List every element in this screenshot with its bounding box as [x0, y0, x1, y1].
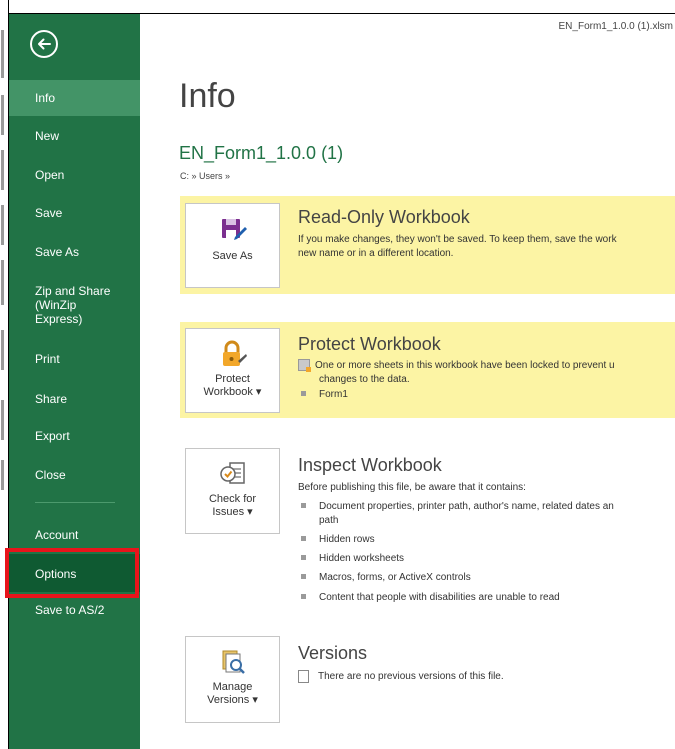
sidebar-item-label: Account: [35, 528, 79, 542]
list-item: Hidden worksheets: [301, 552, 404, 565]
protect-workbook-title: Protect Workbook: [298, 334, 441, 354]
versions-panel: Manage Versions ▾ Versions There are no …: [180, 630, 675, 730]
protect-label-2: Workbook ▾: [203, 386, 262, 398]
protect-workbook-button[interactable]: Protect Workbook ▾: [185, 328, 280, 413]
save-as-icon: [221, 219, 247, 240]
manage-versions-button[interactable]: Manage Versions ▾: [185, 636, 280, 723]
sidebar-item-close[interactable]: Close: [9, 456, 140, 492]
inspect-bullet-text: Macros, forms, or ActiveX controls: [319, 572, 471, 583]
check-label-1: Check for: [208, 493, 257, 505]
inspect-workbook-title: Inspect Workbook: [298, 455, 442, 475]
list-item: Hidden rows: [301, 533, 375, 546]
inspect-intro: Before publishing this file, be aware th…: [298, 482, 526, 493]
list-item: Document properties, printer path, autho…: [301, 500, 614, 513]
inspect-workbook-panel: Check for Issues ▾ Inspect Workbook Befo…: [180, 444, 675, 614]
sidebar-item-label: Save As: [35, 245, 80, 259]
inspect-bullet-text: Content that people with disabilities ar…: [319, 592, 560, 603]
sidebar-item-label: Print: [35, 352, 60, 366]
backstage-sidebar: Info New Open Save Save As Zip and Share…: [9, 14, 140, 749]
versions-title: Versions: [298, 643, 368, 663]
back-button[interactable]: [30, 30, 58, 58]
read-only-text-2: new name or in a different location.: [298, 248, 454, 259]
document-icon: [298, 670, 309, 683]
read-only-title: Read-Only Workbook: [298, 207, 470, 227]
check-label-2: Issues ▾: [212, 506, 253, 518]
sidebar-item-new[interactable]: New: [9, 118, 140, 154]
read-only-text-1: If you make changes, they won't be saved…: [298, 234, 617, 245]
protect-workbook-panel: Protect Workbook ▾ Protect Workbook One …: [180, 322, 675, 418]
sidebar-item-save[interactable]: Save: [9, 195, 140, 231]
list-item: Macros, forms, or ActiveX controls: [301, 571, 471, 584]
sidebar-item-share[interactable]: Share: [9, 380, 140, 416]
list-item: Content that people with disabilities ar…: [301, 591, 560, 604]
lock-icon: [222, 340, 247, 366]
sidebar-item-account[interactable]: Account: [9, 516, 140, 552]
sidebar-item-label: Save to AS/2: [35, 603, 105, 617]
document-title: EN_Form1_1.0.0 (1): [179, 143, 344, 163]
inspect-document-icon: [219, 462, 245, 484]
manage-label-1: Manage: [212, 681, 253, 693]
sidebar-item-label: Close: [35, 468, 66, 482]
sidebar-item-print[interactable]: Print: [9, 340, 140, 376]
inspect-bullet-text: Hidden rows: [319, 534, 375, 545]
sidebar-item-open[interactable]: Open: [9, 156, 140, 192]
sidebar-item-label: Export: [35, 429, 70, 443]
page-title: Info: [179, 77, 236, 115]
sidebar-item-save-as[interactable]: Save As: [9, 233, 140, 269]
window-title: EN_Form1_1.0.0 (1).xlsm: [558, 21, 673, 32]
read-only-panel: Save As Read-Only Workbook If you make c…: [180, 196, 675, 294]
sidebar-item-label: Info: [35, 91, 56, 105]
protect-text-2: changes to the data.: [319, 374, 410, 385]
sidebar-item-label: Save: [35, 206, 63, 220]
save-as-button[interactable]: Save As: [185, 203, 280, 288]
protect-bullet: Form1: [301, 388, 348, 401]
sidebar-item-save-to-as2[interactable]: Save to AS/2: [9, 594, 140, 630]
manage-label-2: Versions ▾: [207, 694, 258, 706]
sidebar-item-info[interactable]: Info: [9, 80, 140, 116]
versions-text-row: There are no previous versions of this f…: [298, 670, 504, 683]
sidebar-item-label: New: [35, 129, 60, 143]
protect-label-1: Protect: [215, 373, 250, 385]
sidebar-item-label: Open: [35, 168, 65, 182]
options-highlight-box: [5, 548, 139, 598]
protect-text-row: One or more sheets in this workbook have…: [298, 359, 615, 373]
sidebar-divider: [35, 502, 115, 503]
inspect-bullet-text: Document properties, printer path, autho…: [319, 501, 614, 512]
save-as-label: Save As: [212, 250, 253, 262]
check-for-issues-button[interactable]: Check for Issues ▾: [185, 448, 280, 534]
manage-versions-icon: [222, 650, 245, 674]
sheet-lock-icon: [298, 359, 311, 373]
back-arrow-icon: [38, 38, 51, 50]
window-left-edge: [0, 0, 8, 749]
sidebar-item-label: Zip and Share (WinZip Express): [35, 284, 111, 326]
protect-text-1: One or more sheets in this workbook have…: [315, 360, 615, 371]
document-path[interactable]: C: » Users »: [180, 171, 230, 181]
list-item-continuation: path: [319, 515, 339, 526]
inspect-bullet-text: Hidden worksheets: [319, 553, 405, 564]
versions-text: There are no previous versions of this f…: [318, 671, 504, 683]
protect-bullet-text: Form1: [319, 389, 348, 400]
sidebar-item-export[interactable]: Export: [9, 418, 140, 454]
sidebar-item-label: Share: [35, 392, 68, 406]
sidebar-item-zip-and-share[interactable]: Zip and Share (WinZip Express): [9, 278, 140, 334]
